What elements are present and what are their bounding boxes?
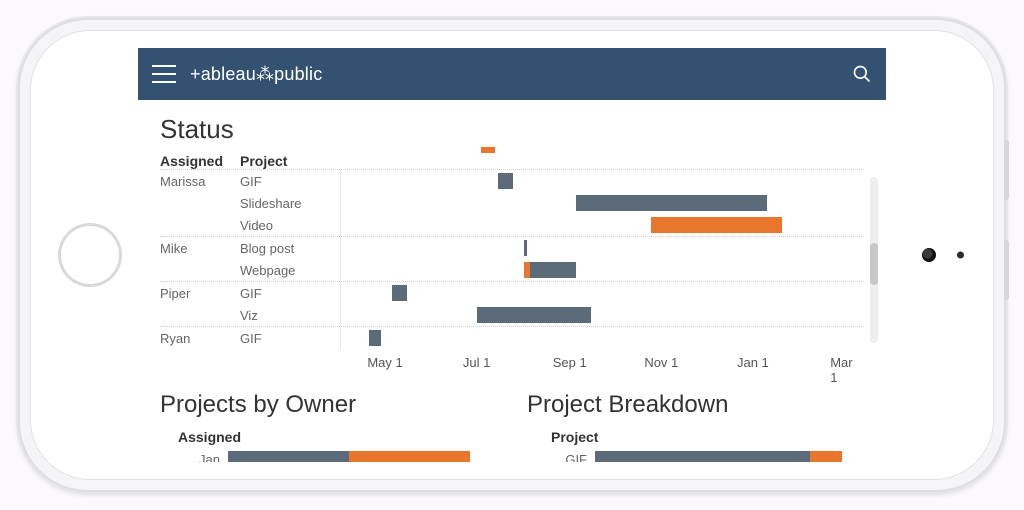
volume-down-button[interactable] bbox=[1004, 240, 1009, 300]
logo-text: +ableau⁂public bbox=[190, 64, 322, 85]
bar-segment[interactable] bbox=[349, 451, 470, 462]
bar-track bbox=[340, 192, 864, 214]
stacked-bar-row[interactable]: Jan bbox=[160, 449, 497, 462]
project-label: Slideshare bbox=[240, 196, 340, 211]
status-row[interactable]: RyanGIF bbox=[160, 327, 864, 349]
gantt-bar[interactable] bbox=[498, 173, 513, 189]
axis-tick: Jan 1 bbox=[737, 355, 769, 370]
project-label: Blog post bbox=[240, 241, 340, 256]
status-row[interactable]: Slideshare bbox=[160, 192, 864, 214]
gantt-bar[interactable] bbox=[392, 285, 407, 301]
row-label: GIF bbox=[527, 452, 595, 463]
col-header-assigned: Assigned bbox=[160, 153, 240, 169]
projects-by-owner-title: Projects by Owner bbox=[160, 391, 497, 419]
project-label: Viz bbox=[240, 308, 340, 323]
status-row[interactable]: Video bbox=[160, 214, 864, 236]
content-area: Status Assigned Project MarissaGIFSlides… bbox=[138, 100, 886, 462]
project-label: Webpage bbox=[240, 263, 340, 278]
status-row[interactable]: Viz bbox=[160, 304, 864, 326]
bar-track bbox=[340, 327, 864, 349]
search-icon[interactable] bbox=[852, 64, 872, 84]
status-row[interactable]: MarissaGIF bbox=[160, 170, 864, 192]
home-button[interactable] bbox=[58, 223, 122, 287]
project-breakdown-chart[interactable]: Project Breakdown Project GIF bbox=[527, 391, 864, 462]
status-scrollbar[interactable] bbox=[870, 177, 878, 343]
status-chart[interactable]: Assigned Project MarissaGIFSlideshareVid… bbox=[160, 153, 864, 373]
status-plot-header bbox=[340, 153, 864, 169]
bar-track bbox=[340, 282, 864, 304]
axis-tick: Jul 1 bbox=[463, 355, 490, 370]
bar-track bbox=[340, 214, 864, 236]
axis-tick: Mar 1 bbox=[830, 355, 853, 385]
bar-track bbox=[340, 304, 864, 326]
bar-track bbox=[340, 170, 864, 192]
volume-up-button[interactable] bbox=[1004, 140, 1009, 200]
breakdown-col-header: Project bbox=[527, 429, 864, 445]
bar-track bbox=[340, 237, 864, 259]
bar-segment[interactable] bbox=[228, 451, 349, 462]
gantt-bar[interactable] bbox=[576, 195, 766, 211]
assigned-label: Marissa bbox=[160, 174, 240, 189]
project-label: GIF bbox=[240, 174, 340, 189]
project-label: GIF bbox=[240, 331, 340, 346]
assigned-label: Piper bbox=[160, 286, 240, 301]
gantt-bar[interactable] bbox=[530, 262, 576, 278]
gantt-bar[interactable] bbox=[477, 307, 591, 323]
project-label: Video bbox=[240, 218, 340, 233]
projects-by-owner-chart[interactable]: Projects by Owner Assigned Jan bbox=[160, 391, 497, 462]
bar-track bbox=[595, 449, 864, 462]
gantt-bar[interactable] bbox=[369, 330, 381, 346]
axis-tick: May 1 bbox=[367, 355, 402, 370]
status-row[interactable]: PiperGIF bbox=[160, 282, 864, 304]
status-group: MikeBlog post Webpage bbox=[160, 236, 864, 281]
stacked-bar-row[interactable]: GIF bbox=[527, 449, 864, 462]
status-header-row: Assigned Project bbox=[160, 153, 864, 169]
status-row[interactable]: Webpage bbox=[160, 259, 864, 281]
bar-track bbox=[228, 449, 497, 462]
phone-inner: +ableau⁂public Status Assigned Project bbox=[30, 30, 994, 480]
bar-track bbox=[340, 259, 864, 281]
status-row[interactable]: MikeBlog post bbox=[160, 237, 864, 259]
screen: +ableau⁂public Status Assigned Project bbox=[138, 48, 886, 462]
status-title: Status bbox=[160, 114, 864, 145]
gantt-bar[interactable] bbox=[524, 240, 527, 256]
row-label: Jan bbox=[160, 452, 228, 463]
status-group: RyanGIF bbox=[160, 326, 864, 349]
status-group: MarissaGIF Slideshare Video bbox=[160, 169, 864, 236]
gantt-bar[interactable] bbox=[524, 262, 530, 278]
front-camera bbox=[922, 248, 936, 262]
col-header-project: Project bbox=[240, 153, 340, 169]
assigned-label: Mike bbox=[160, 241, 240, 256]
owner-col-header: Assigned bbox=[160, 429, 497, 445]
today-indicator bbox=[481, 147, 494, 153]
bar-segment[interactable] bbox=[595, 451, 810, 462]
project-breakdown-title: Project Breakdown bbox=[527, 391, 864, 419]
phone-frame: +ableau⁂public Status Assigned Project bbox=[18, 18, 1006, 492]
axis-tick: Nov 1 bbox=[644, 355, 678, 370]
menu-icon[interactable] bbox=[152, 65, 176, 83]
status-x-axis: May 1Jul 1Sep 1Nov 1Jan 1Mar 1 bbox=[160, 355, 864, 373]
scrollbar-thumb[interactable] bbox=[870, 243, 878, 285]
speaker-dot bbox=[957, 252, 964, 259]
axis-tick: Sep 1 bbox=[553, 355, 587, 370]
bar-segment[interactable] bbox=[810, 451, 842, 462]
project-label: GIF bbox=[240, 286, 340, 301]
app-header: +ableau⁂public bbox=[138, 48, 886, 100]
gantt-bar[interactable] bbox=[651, 217, 781, 233]
assigned-label: Ryan bbox=[160, 331, 240, 346]
status-group: PiperGIF Viz bbox=[160, 281, 864, 326]
